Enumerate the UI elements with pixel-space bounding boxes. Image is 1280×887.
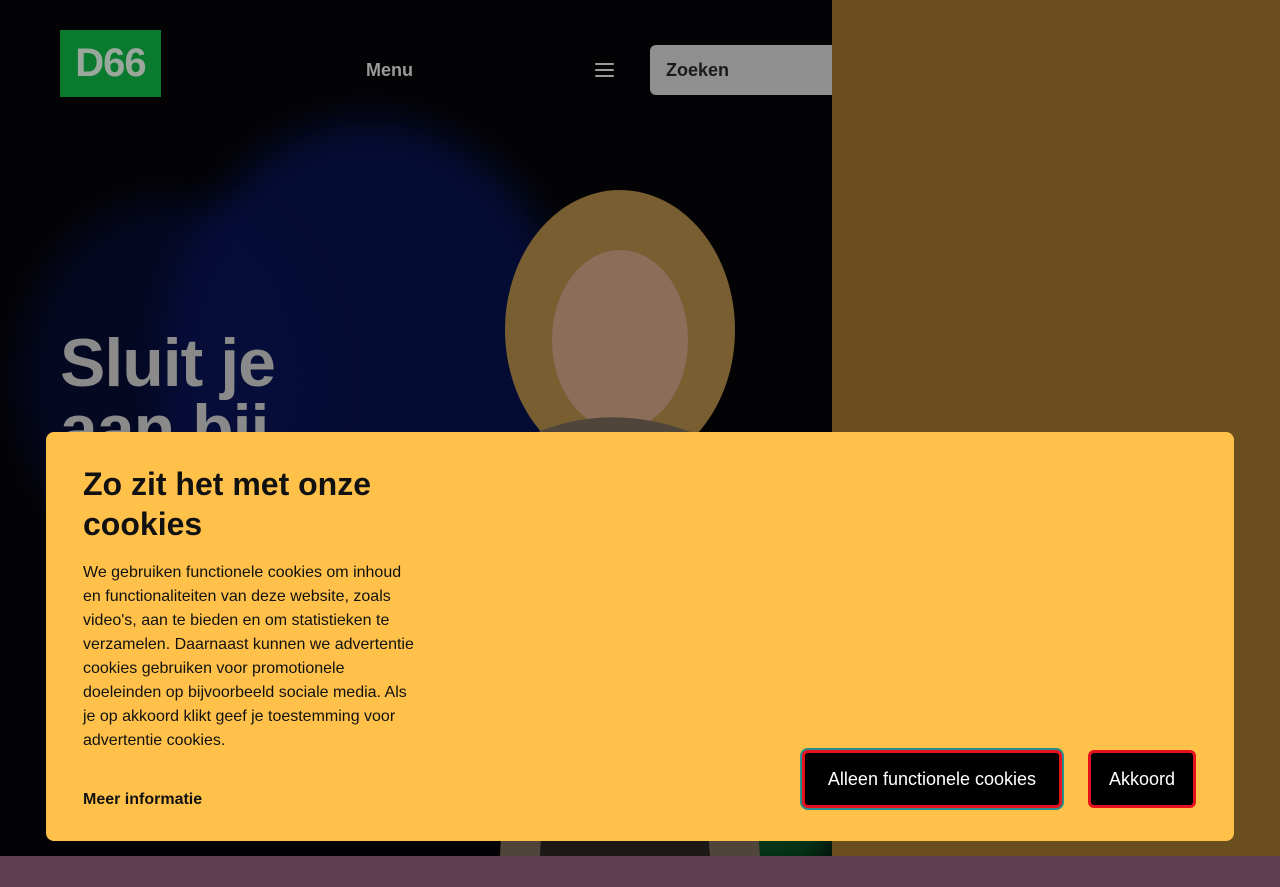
- hamburger-icon[interactable]: [595, 61, 615, 77]
- cookie-banner-text: We gebruiken functionele cookies om inho…: [83, 564, 414, 749]
- cookie-banner: Zo zit het met onze cookies We gebruiken…: [46, 432, 1234, 841]
- search-input[interactable]: Zoeken: [650, 45, 832, 95]
- accept-button[interactable]: Akkoord: [1088, 750, 1196, 808]
- more-info-link[interactable]: Meer informatie: [83, 791, 202, 809]
- functional-cookies-button[interactable]: Alleen functionele cookies: [802, 750, 1062, 808]
- d66-logo[interactable]: D66: [60, 30, 161, 97]
- bottom-strip: [0, 856, 1280, 887]
- menu-button-label[interactable]: Menu: [366, 60, 413, 81]
- search-placeholder: Zoeken: [666, 60, 730, 80]
- cookie-banner-title: Zo zit het met onze cookies: [83, 466, 371, 542]
- logo-text: D66: [75, 41, 146, 85]
